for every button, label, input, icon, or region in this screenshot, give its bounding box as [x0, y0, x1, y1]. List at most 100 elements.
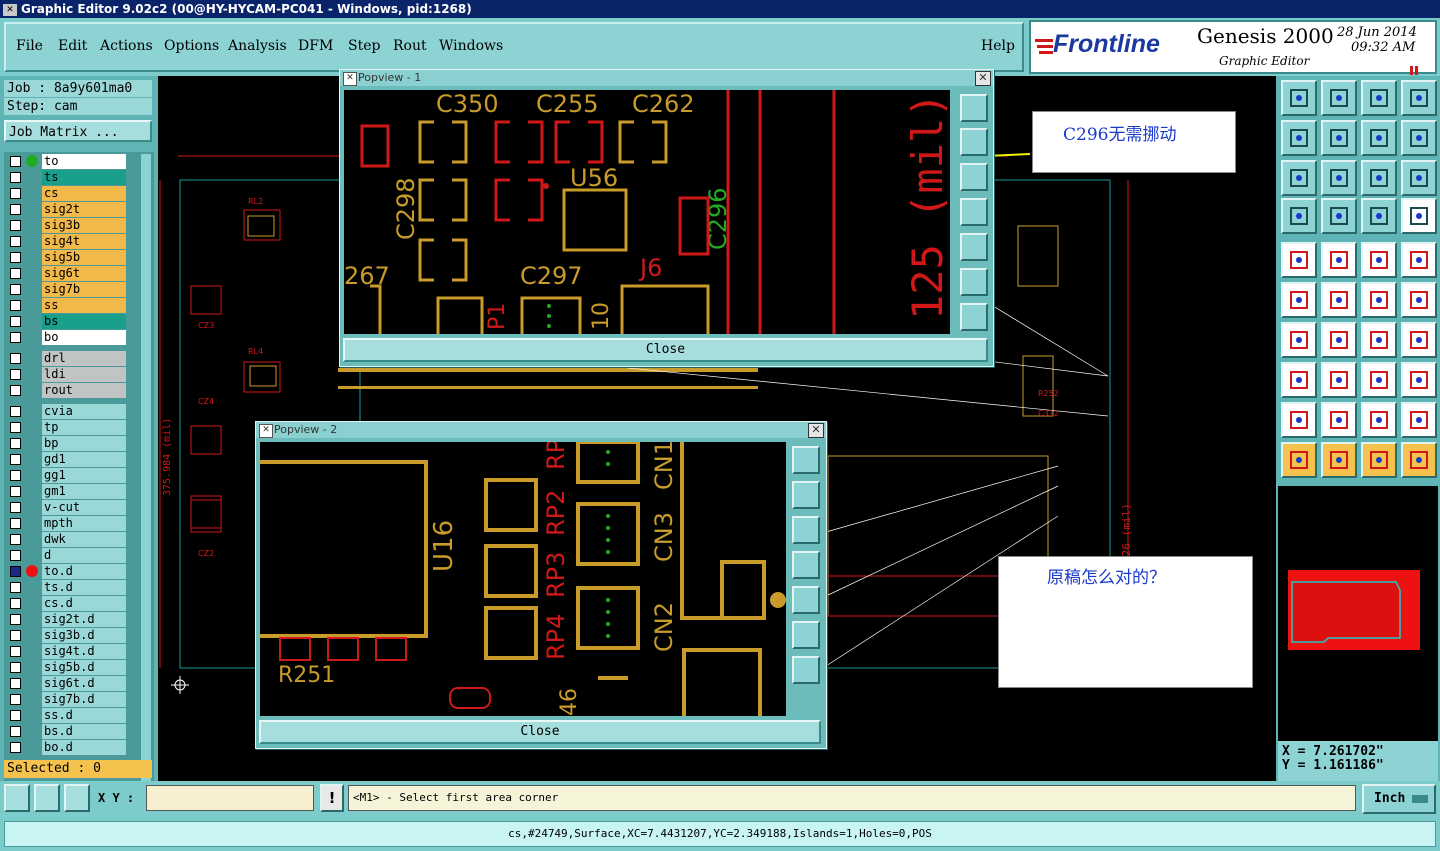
arc-icon[interactable]	[1361, 322, 1397, 358]
connect-icon[interactable]	[1281, 282, 1317, 318]
layer-checkbox[interactable]	[10, 284, 21, 295]
pv2-pan-right-icon[interactable]	[792, 586, 820, 614]
layer-row-bp[interactable]: bp	[6, 436, 128, 451]
layer-row-bo-d[interactable]: bo.d	[6, 740, 128, 755]
popview-2-canvas[interactable]: U16 RP1 RP2 RP3 RP4 CN1 CN3 CN2 R251 46	[260, 442, 786, 716]
layer-checkbox[interactable]	[10, 566, 21, 577]
menu-help[interactable]: Help	[981, 38, 1015, 54]
pv2-pan-down-icon[interactable]	[792, 516, 820, 544]
layer-row-sig2t-d[interactable]: sig2t.d	[6, 612, 128, 627]
layer-checkbox[interactable]	[10, 518, 21, 529]
layer-checkbox[interactable]	[10, 252, 21, 263]
alert-icon[interactable]: !	[320, 784, 344, 812]
line-icon[interactable]	[1361, 282, 1397, 318]
grid-toggle-icon[interactable]	[1321, 198, 1357, 234]
layer-checkbox[interactable]	[10, 534, 21, 545]
zoom-window-icon[interactable]	[1401, 80, 1437, 116]
layer-checkbox[interactable]	[10, 678, 21, 689]
menu-edit[interactable]: Edit	[58, 38, 87, 54]
popview-1-close-button[interactable]: Close	[343, 338, 988, 362]
multi-icon[interactable]	[1401, 362, 1437, 398]
layer-checkbox[interactable]	[10, 316, 21, 327]
layer-row-bs-d[interactable]: bs.d	[6, 724, 128, 739]
layer-row-sig5b[interactable]: sig5b	[6, 250, 128, 265]
layer-row-d[interactable]: d	[6, 548, 128, 563]
layer-checkbox[interactable]	[10, 726, 21, 737]
layer-checkbox[interactable]	[10, 353, 21, 364]
layer-checkbox[interactable]	[10, 220, 21, 231]
undo-view-icon[interactable]	[1281, 80, 1317, 116]
layer-checkbox[interactable]	[10, 332, 21, 343]
layer-row-sig7b[interactable]: sig7b	[6, 282, 128, 297]
pad-icon[interactable]	[1401, 242, 1437, 278]
bracket-icon[interactable]	[1361, 362, 1397, 398]
layer-checkbox[interactable]	[10, 454, 21, 465]
ff-icon[interactable]	[1401, 322, 1437, 358]
popview-1-canvas[interactable]: C350 C255 C262 U56 267 C297 C298 C296 J6…	[344, 90, 950, 334]
pv1-zoom-home-icon[interactable]	[960, 94, 988, 122]
pv2-zoom-in-icon[interactable]	[792, 621, 820, 649]
menu-dfm[interactable]: DFM	[298, 38, 333, 54]
layer-row-sig6t[interactable]: sig6t	[6, 266, 128, 281]
pv1-pan-right-icon[interactable]	[960, 233, 988, 261]
layer-checkbox[interactable]	[10, 646, 21, 657]
xy-input[interactable]	[146, 785, 314, 811]
layer-checkbox[interactable]	[10, 268, 21, 279]
no-select-icon[interactable]	[1321, 242, 1357, 278]
menu-windows[interactable]: Windows	[439, 38, 503, 54]
layer-row-to[interactable]: to	[6, 154, 128, 169]
scale-1-2-icon[interactable]	[1361, 160, 1397, 196]
pointer-icon[interactable]	[1281, 442, 1317, 478]
layer-row-ts[interactable]: ts	[6, 170, 128, 185]
layer-row-ss-d[interactable]: ss.d	[6, 708, 128, 723]
tri-4-icon[interactable]	[1401, 402, 1437, 438]
layer-row-ldi[interactable]: ldi	[6, 367, 128, 382]
pv1-pan-left-icon[interactable]	[960, 198, 988, 226]
layer-row-ts-d[interactable]: ts.d	[6, 580, 128, 595]
layer-checkbox[interactable]	[10, 156, 21, 167]
layer-row-to-d[interactable]: to.d	[6, 564, 128, 579]
layer-row-drl[interactable]: drl	[6, 351, 128, 366]
pv2-zoom-out-icon[interactable]	[792, 656, 820, 684]
line-end-icon[interactable]	[1401, 282, 1437, 318]
menu-step[interactable]: Step	[348, 38, 380, 54]
layer-row-ss[interactable]: ss	[6, 298, 128, 313]
layer-checkbox[interactable]	[10, 236, 21, 247]
layer-checkbox[interactable]	[10, 598, 21, 609]
layer-row-sig4t[interactable]: sig4t	[6, 234, 128, 249]
layer-row-bs[interactable]: bs	[6, 314, 128, 329]
select-icon[interactable]	[1281, 242, 1317, 278]
cross-icon[interactable]	[1321, 282, 1357, 318]
layer-row-sig3b[interactable]: sig3b	[6, 218, 128, 233]
pv1-zoom-out-icon[interactable]	[960, 303, 988, 331]
rotate-icon[interactable]	[1401, 120, 1437, 156]
zoom-out-icon[interactable]	[1321, 160, 1357, 196]
layer-checkbox[interactable]	[10, 502, 21, 513]
popview-2-window[interactable]: ✕ Popview - 2 ✕ U16 RP1 RP2 RP3 RP4 CN1 …	[255, 421, 827, 749]
layer-checkbox[interactable]	[10, 614, 21, 625]
zoom-in-icon[interactable]	[1281, 160, 1317, 196]
pan-left-icon[interactable]	[1281, 120, 1317, 156]
layer-checkbox[interactable]	[10, 710, 21, 721]
layer-row-dwk[interactable]: dwk	[6, 532, 128, 547]
layer-row-cs-d[interactable]: cs.d	[6, 596, 128, 611]
layer-row-cs[interactable]: cs	[6, 186, 128, 201]
pointer-box-icon[interactable]	[1321, 442, 1357, 478]
layer-row-v-cut[interactable]: v-cut	[6, 500, 128, 515]
help-icon[interactable]	[1401, 160, 1437, 196]
zoom-fit-icon[interactable]	[1321, 80, 1357, 116]
angle-icon[interactable]	[1281, 322, 1317, 358]
layer-checkbox[interactable]	[10, 438, 21, 449]
layer-checkbox[interactable]	[10, 742, 21, 753]
tri-2-icon[interactable]	[1321, 402, 1357, 438]
layer-row-bo[interactable]: bo	[6, 330, 128, 345]
layer-checkbox[interactable]	[10, 422, 21, 433]
layer-row-sig2t[interactable]: sig2t	[6, 202, 128, 217]
layer-checkbox[interactable]	[10, 550, 21, 561]
pv1-pan-down-icon[interactable]	[960, 163, 988, 191]
popview-2-close-button[interactable]: Close	[259, 720, 821, 744]
menu-options[interactable]: Options	[164, 38, 219, 54]
layer-checkbox[interactable]	[10, 300, 21, 311]
layer-checkbox[interactable]	[10, 188, 21, 199]
layer-checkbox[interactable]	[10, 470, 21, 481]
